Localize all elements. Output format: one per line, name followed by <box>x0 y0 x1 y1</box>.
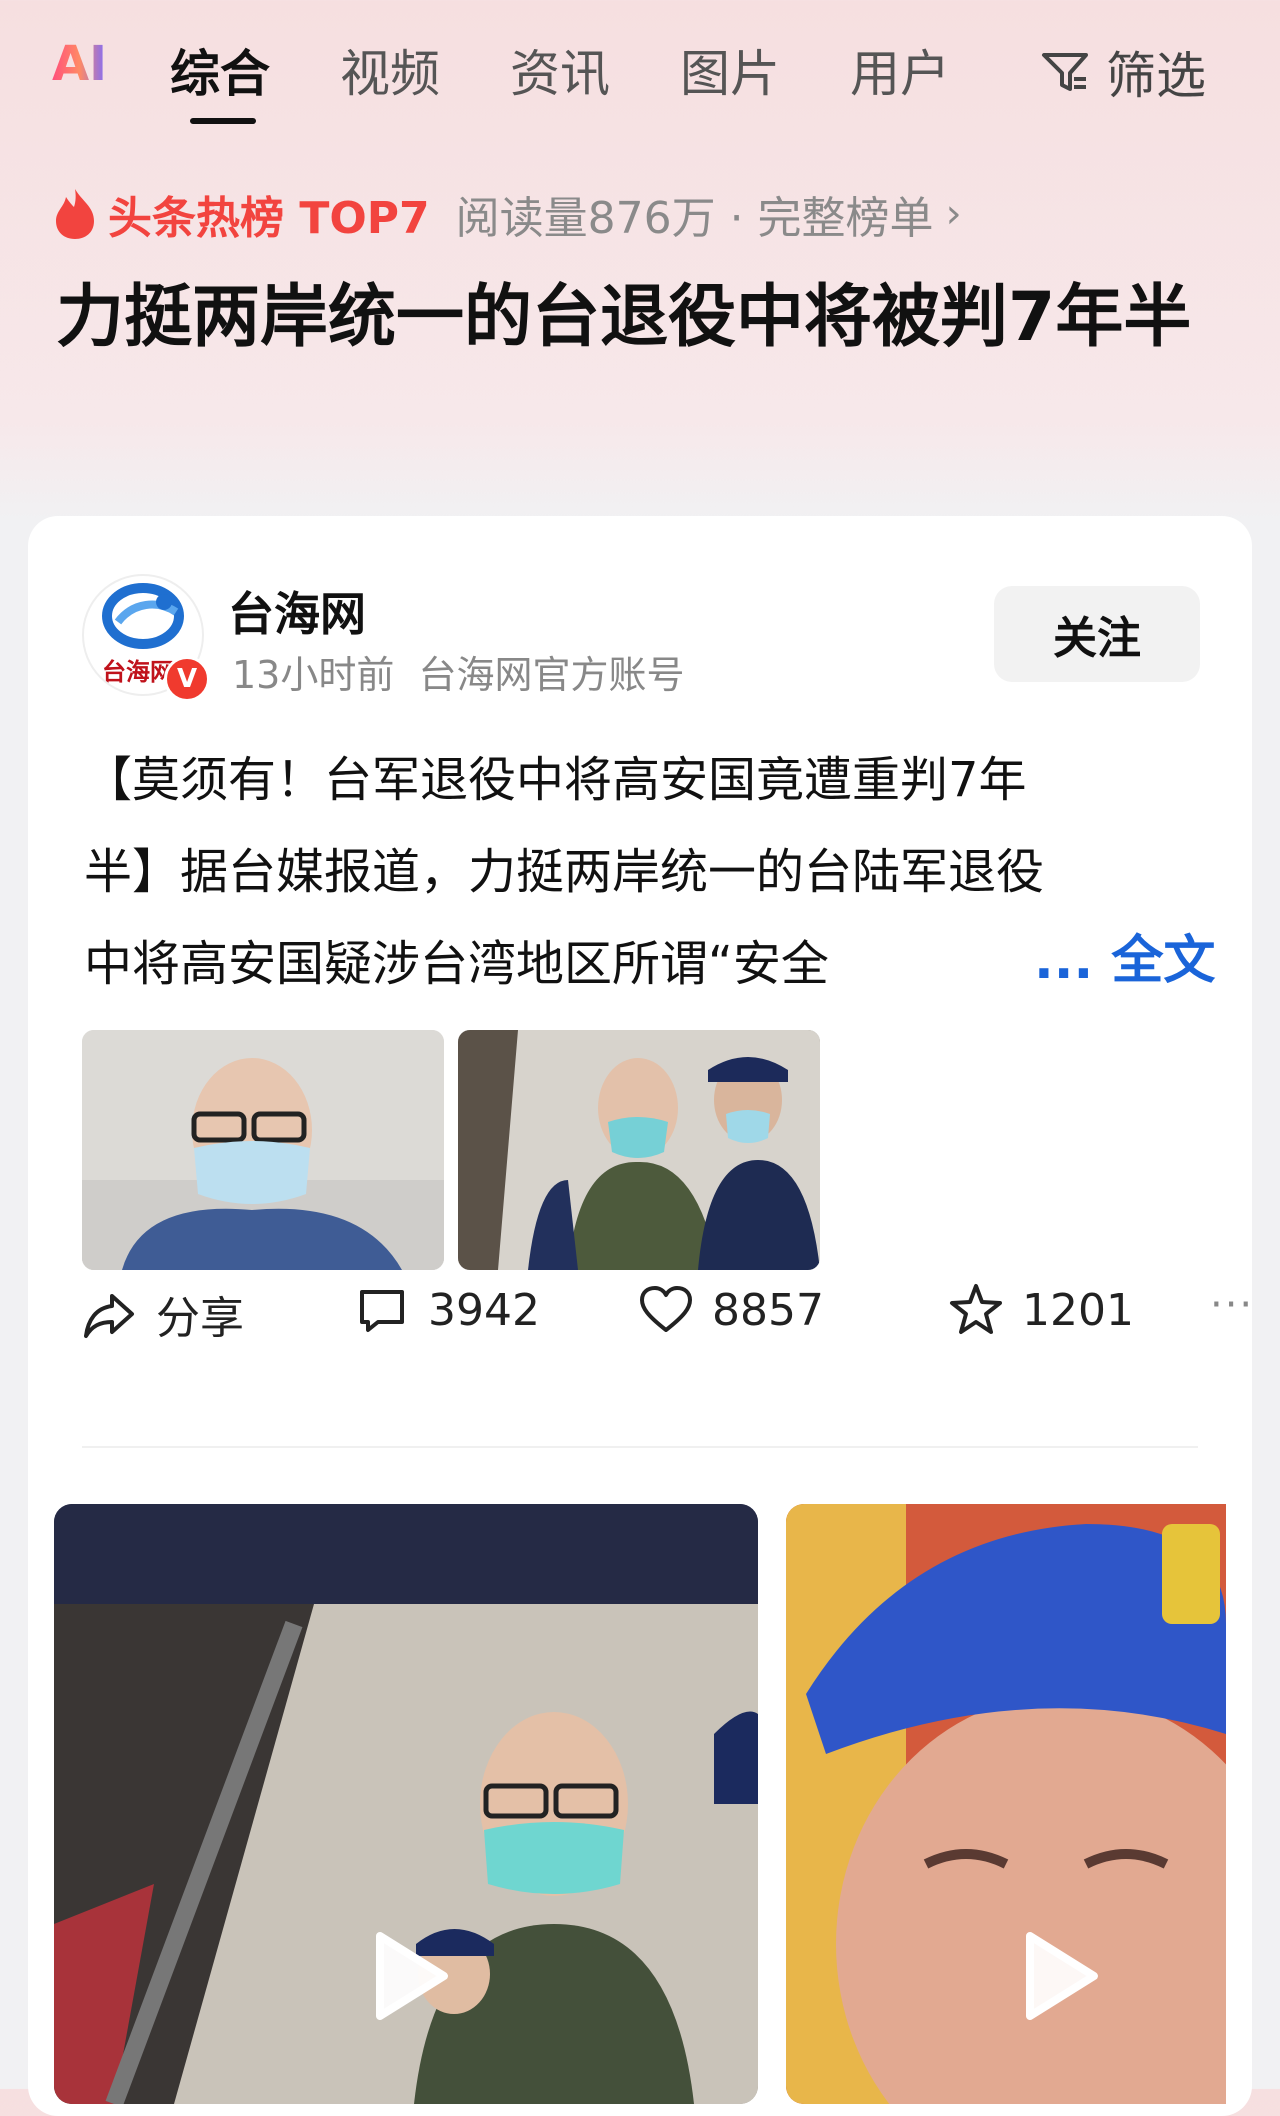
ai-logo[interactable]: AI <box>52 36 107 92</box>
photo-man-escorted <box>458 1030 820 1270</box>
follow-button[interactable]: 关注 <box>994 586 1200 682</box>
hot-list-meta: 阅读量876万 · 完整榜单 <box>455 193 934 244</box>
filter-label: 筛选 <box>1106 47 1206 105</box>
star-icon <box>950 1284 1002 1334</box>
post-text-line: 中将高安国疑涉台湾地区所谓“安全 <box>84 936 829 992</box>
post-text-line: 【莫须有！台军退役中将高安国竟遭重判7年 <box>84 752 1027 808</box>
news-image-1[interactable] <box>82 1030 444 1270</box>
chevron-right-icon: › <box>945 191 962 237</box>
share-label: 分享 <box>156 1293 244 1344</box>
filter-button[interactable]: 筛选 <box>1038 36 1206 108</box>
post-text[interactable]: 【莫须有！台军退役中将高安国竟遭重判7年 半】据台媒报道，力挺两岸统一的台陆军退… <box>84 734 1194 1010</box>
source-name[interactable]: 台海网 <box>228 578 366 644</box>
action-bar: 分享 3942 8857 1201 ··· <box>82 1282 1252 1352</box>
comment-icon <box>360 1290 404 1332</box>
tab-users[interactable]: 用户 <box>850 34 950 106</box>
like-button[interactable]: 8857 <box>638 1282 824 1338</box>
source-meta: 13小时前 台海网官方账号 <box>232 644 685 699</box>
divider <box>82 1446 1198 1448</box>
video-thumbnail-1[interactable] <box>54 1504 758 2104</box>
play-icon[interactable] <box>1020 1928 1100 2024</box>
favorite-button[interactable]: 1201 <box>948 1282 1134 1338</box>
flame-icon <box>56 189 94 239</box>
video-frame-beret <box>786 1504 1226 2104</box>
page-title[interactable]: 力挺两岸统一的台退役中将被判7年半 <box>56 270 1236 366</box>
video-thumbnail-2[interactable] <box>786 1504 1226 2104</box>
hot-list-row[interactable]: 头条热榜 TOP7 阅读量876万 · 完整榜单 › <box>52 182 962 246</box>
favorite-count: 1201 <box>1022 1284 1134 1336</box>
tab-comprehensive[interactable]: 综合 <box>170 34 270 106</box>
more-dots-icon[interactable]: ··· <box>1210 1282 1254 1328</box>
tab-images[interactable]: 图片 <box>680 34 780 106</box>
share-button[interactable]: 分享 <box>82 1282 244 1346</box>
play-icon[interactable] <box>370 1928 450 2024</box>
news-image-2[interactable] <box>458 1030 820 1270</box>
heart-icon <box>640 1286 692 1332</box>
source-logo <box>102 583 184 649</box>
top-navigation: AI 综合 视频 资讯 图片 用户 筛选 <box>0 0 1280 130</box>
comment-count: 3942 <box>428 1284 540 1336</box>
post-time: 13小时前 <box>232 653 395 697</box>
share-icon <box>84 1294 134 1338</box>
tab-video[interactable]: 视频 <box>340 34 440 106</box>
active-tab-indicator <box>190 118 256 124</box>
verified-badge: V <box>164 656 210 702</box>
filter-icon <box>1042 53 1088 91</box>
post-text-line: 半】据台媒报道，力挺两岸统一的台陆军退役 <box>84 844 1045 900</box>
tab-news[interactable]: 资讯 <box>510 34 610 106</box>
like-count: 8857 <box>712 1284 824 1336</box>
account-type: 台海网官方账号 <box>418 653 685 697</box>
photo-man-mask <box>82 1030 444 1270</box>
hot-list-title: 头条热榜 TOP7 <box>108 193 430 244</box>
comment-button[interactable]: 3942 <box>354 1282 540 1338</box>
read-full-link[interactable]: ... 全文 <box>1034 918 1215 993</box>
